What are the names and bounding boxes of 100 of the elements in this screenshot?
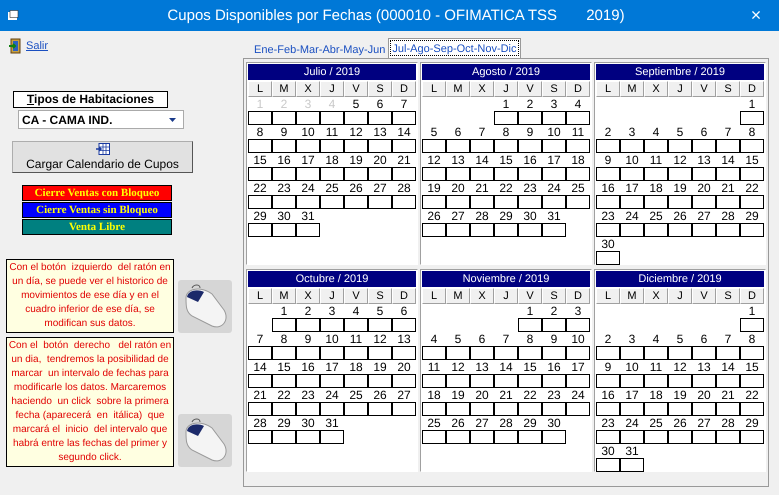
day-cell[interactable] <box>446 139 470 153</box>
day-cell[interactable] <box>470 167 494 181</box>
day-cell[interactable] <box>716 430 740 444</box>
day-cell[interactable] <box>596 374 620 388</box>
day-cell[interactable] <box>422 430 446 444</box>
day-cell[interactable] <box>494 223 518 237</box>
tab[interactable]: Jul-Ago-Sep-Oct-Nov-Dic <box>388 38 521 58</box>
day-cell[interactable] <box>344 374 368 388</box>
day-cell[interactable] <box>596 346 620 360</box>
day-cell[interactable] <box>542 111 566 125</box>
day-cell[interactable] <box>542 402 566 416</box>
day-cell[interactable] <box>422 223 446 237</box>
day-cell[interactable] <box>542 223 566 237</box>
day-cell[interactable] <box>368 111 392 125</box>
day-cell[interactable] <box>740 402 764 416</box>
day-cell[interactable] <box>422 139 446 153</box>
day-cell[interactable] <box>422 402 446 416</box>
day-cell[interactable] <box>272 430 296 444</box>
day-cell[interactable] <box>740 318 764 332</box>
day-cell[interactable] <box>296 139 320 153</box>
day-cell[interactable] <box>344 346 368 360</box>
day-cell[interactable] <box>296 374 320 388</box>
day-cell[interactable] <box>296 346 320 360</box>
day-cell[interactable] <box>248 167 272 181</box>
day-cell[interactable] <box>344 402 368 416</box>
day-cell[interactable] <box>446 346 470 360</box>
day-cell[interactable] <box>446 374 470 388</box>
day-cell[interactable] <box>644 430 668 444</box>
day-cell[interactable] <box>248 139 272 153</box>
day-cell[interactable] <box>596 402 620 416</box>
day-cell[interactable] <box>296 195 320 209</box>
day-cell[interactable] <box>494 195 518 209</box>
day-cell[interactable] <box>596 223 620 237</box>
day-cell[interactable] <box>368 195 392 209</box>
day-cell[interactable] <box>692 167 716 181</box>
day-cell[interactable] <box>620 139 644 153</box>
day-cell[interactable] <box>272 167 296 181</box>
day-cell[interactable] <box>566 139 590 153</box>
day-cell[interactable] <box>494 430 518 444</box>
day-cell[interactable] <box>716 346 740 360</box>
day-cell[interactable] <box>248 111 272 125</box>
day-cell[interactable] <box>518 111 542 125</box>
day-cell[interactable] <box>272 139 296 153</box>
day-cell[interactable] <box>320 402 344 416</box>
day-cell[interactable] <box>542 374 566 388</box>
day-cell[interactable] <box>344 111 368 125</box>
day-cell[interactable] <box>740 167 764 181</box>
day-cell[interactable] <box>470 374 494 388</box>
day-cell[interactable] <box>422 195 446 209</box>
day-cell[interactable] <box>518 195 542 209</box>
day-cell[interactable] <box>668 223 692 237</box>
day-cell[interactable] <box>320 430 344 444</box>
day-cell[interactable] <box>620 458 644 472</box>
day-cell[interactable] <box>272 346 296 360</box>
day-cell[interactable] <box>716 195 740 209</box>
day-cell[interactable] <box>542 167 566 181</box>
day-cell[interactable] <box>596 167 620 181</box>
day-cell[interactable] <box>392 195 416 209</box>
day-cell[interactable] <box>470 346 494 360</box>
day-cell[interactable] <box>644 402 668 416</box>
day-cell[interactable] <box>566 402 590 416</box>
day-cell[interactable] <box>668 346 692 360</box>
day-cell[interactable] <box>668 195 692 209</box>
day-cell[interactable] <box>518 139 542 153</box>
day-cell[interactable] <box>518 374 542 388</box>
day-cell[interactable] <box>566 111 590 125</box>
day-cell[interactable] <box>740 139 764 153</box>
day-cell[interactable] <box>392 167 416 181</box>
day-cell[interactable] <box>716 167 740 181</box>
day-cell[interactable] <box>392 374 416 388</box>
day-cell[interactable] <box>596 195 620 209</box>
day-cell[interactable] <box>644 346 668 360</box>
day-cell[interactable] <box>518 402 542 416</box>
day-cell[interactable] <box>518 430 542 444</box>
day-cell[interactable] <box>296 111 320 125</box>
day-cell[interactable] <box>470 430 494 444</box>
day-cell[interactable] <box>596 251 620 265</box>
day-cell[interactable] <box>620 346 644 360</box>
day-cell[interactable] <box>422 374 446 388</box>
day-cell[interactable] <box>320 139 344 153</box>
day-cell[interactable] <box>272 111 296 125</box>
day-cell[interactable] <box>272 318 296 332</box>
day-cell[interactable] <box>494 346 518 360</box>
day-cell[interactable] <box>494 111 518 125</box>
day-cell[interactable] <box>518 346 542 360</box>
day-cell[interactable] <box>470 139 494 153</box>
day-cell[interactable] <box>692 374 716 388</box>
day-cell[interactable] <box>494 374 518 388</box>
day-cell[interactable] <box>644 167 668 181</box>
day-cell[interactable] <box>740 223 764 237</box>
day-cell[interactable] <box>446 223 470 237</box>
day-cell[interactable] <box>620 223 644 237</box>
day-cell[interactable] <box>740 346 764 360</box>
day-cell[interactable] <box>272 223 296 237</box>
day-cell[interactable] <box>392 402 416 416</box>
room-type-dropdown[interactable]: CA - CAMA IND. <box>18 110 184 129</box>
day-cell[interactable] <box>716 223 740 237</box>
day-cell[interactable] <box>566 167 590 181</box>
day-cell[interactable] <box>644 195 668 209</box>
day-cell[interactable] <box>446 402 470 416</box>
